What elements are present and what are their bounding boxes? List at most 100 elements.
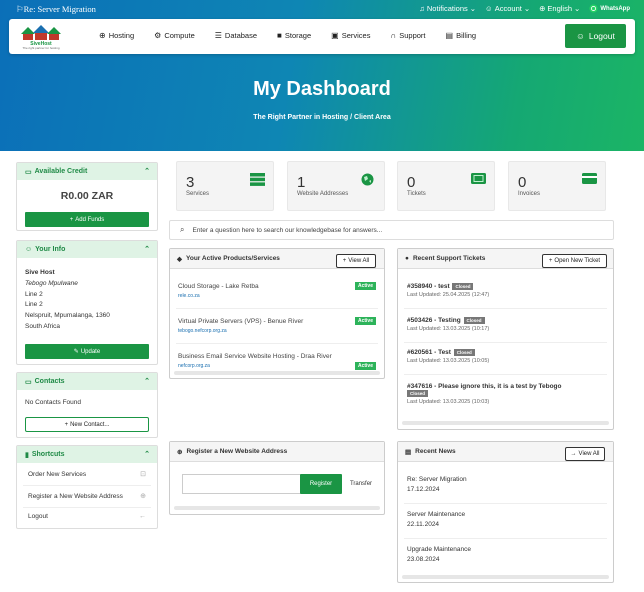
nav-item-support[interactable]: ∩ Support xyxy=(390,31,425,40)
info-line1: Line 2 xyxy=(25,290,43,298)
ticket-updated: Last Updated: 13.03.2025 (10:17) xyxy=(407,326,490,333)
status-badge: Closed xyxy=(407,390,429,397)
update-button[interactable]: ✎ Update xyxy=(25,344,149,359)
nav-item-billing[interactable]: ▤ Billing xyxy=(446,31,477,40)
gear-icon: ⚙ xyxy=(154,31,162,40)
info-contact: Tebogo Mpulwane xyxy=(25,279,78,287)
status-badge: Closed xyxy=(453,349,475,356)
logout-button[interactable]: ☺ Logout xyxy=(565,24,626,48)
horizontal-scrollbar[interactable] xyxy=(174,506,380,510)
ticket-icon xyxy=(471,173,486,186)
nav-item-storage[interactable]: ■ Storage xyxy=(277,31,311,40)
shortcut-logout[interactable]: Logout ← xyxy=(25,513,149,520)
nav-label: Compute xyxy=(164,31,195,40)
ticket-item[interactable]: #620561 - Test Closed Last Updated: 13.0… xyxy=(407,349,605,364)
svg-text:The right partner for hosting: The right partner for hosting xyxy=(22,46,59,50)
stat-services[interactable]: 3 Services xyxy=(176,161,274,211)
stat-invoices[interactable]: 0 Invoices xyxy=(508,161,606,211)
ticket-subject: #358940 - test xyxy=(407,283,450,291)
view-all-products-button[interactable]: + View All xyxy=(336,254,376,268)
news-panel: ▤ Recent News → View All Re: Server Migrat… xyxy=(397,441,614,583)
breadcrumb-home[interactable]: The Right Partner in Hosting xyxy=(253,114,348,121)
products-panel: ◆ Your Active Products/Services + View All… xyxy=(169,248,385,379)
products-title: Your Active Products/Services xyxy=(186,255,280,262)
update-label: Update xyxy=(80,348,101,355)
stat-domains[interactable]: 1 Website Addresses xyxy=(287,161,385,211)
news-item[interactable]: Re: Server Migration 17.12.2024 xyxy=(407,476,467,493)
new-contact-label: New Contact... xyxy=(70,421,110,428)
stat-tickets[interactable]: 0 Tickets xyxy=(397,161,495,211)
hero-banner: ⚐Re: Server Migration ♫ Notifications ⌄ ☺ A… xyxy=(0,0,644,151)
headset-icon: ∩ xyxy=(390,31,397,40)
credit-amount: R0.00 ZAR xyxy=(60,190,114,202)
divider xyxy=(404,374,607,375)
ticket-item[interactable]: #358940 - test Closed Last Updated: 25.0… xyxy=(407,283,605,298)
divider xyxy=(176,343,378,344)
bell-icon: ♫ xyxy=(419,4,425,13)
shortcut-label: Register a New Website Address xyxy=(28,492,123,500)
nav-item-services[interactable]: ▣ Services xyxy=(331,31,370,40)
your-info-header[interactable]: ☺ Your Info ⌃ xyxy=(17,241,157,258)
horizontal-scrollbar[interactable] xyxy=(174,371,380,375)
info-line2: Line 2 xyxy=(25,301,43,309)
nav-item-hosting[interactable]: ⊕ Hosting xyxy=(99,31,134,40)
news-item[interactable]: Server Maintenance 22.11.2024 xyxy=(407,511,465,528)
language-menu[interactable]: ⊕ English ⌄ xyxy=(539,4,580,13)
news-title: Recent News xyxy=(415,448,456,455)
ticket-item[interactable]: #347616 - Please ignore this, it is a te… xyxy=(407,383,605,405)
new-contact-button[interactable]: + New Contact... xyxy=(25,417,149,432)
ticket-item[interactable]: #503426 - Testing Closed Last Updated: 1… xyxy=(407,317,605,332)
register-button[interactable]: Register xyxy=(300,474,342,494)
nav-item-database[interactable]: ☰ Database xyxy=(215,31,257,40)
product-item[interactable]: Virtual Private Servers (VPS) - Benue Ri… xyxy=(178,317,376,334)
news-item[interactable]: Upgrade Maintenance 23.08.2024 xyxy=(407,546,471,563)
contacts-title: Contacts xyxy=(34,378,65,385)
contacts-header[interactable]: ▭ Contacts ⌃ xyxy=(17,373,157,390)
horizontal-scrollbar[interactable] xyxy=(402,421,609,425)
view-all-news-button[interactable]: → View All xyxy=(565,447,605,461)
chevron-down-icon: ⌄ xyxy=(523,4,531,13)
info-name: Sive Host xyxy=(25,269,55,276)
shortcut-order-services[interactable]: Order New Services ⊡ xyxy=(25,470,149,479)
open-new-ticket-button[interactable]: + Open New Ticket xyxy=(542,254,607,268)
notifications-label: Notifications xyxy=(426,4,468,13)
product-item[interactable]: Business Email Service Website Hosting -… xyxy=(178,353,376,370)
divider xyxy=(404,308,607,309)
horizontal-scrollbar[interactable] xyxy=(402,575,609,579)
globe-icon: ⊕ xyxy=(140,493,146,500)
stat-label: Website Addresses xyxy=(297,191,349,197)
announcement-link[interactable]: ⚐Re: Server Migration xyxy=(16,4,96,15)
shortcut-label: Logout xyxy=(28,513,48,520)
box-icon: ■ xyxy=(277,31,282,40)
divider xyxy=(23,507,151,508)
credit-header[interactable]: ▭ Available Credit ⌃ xyxy=(17,163,157,180)
site-logo[interactable]: SiveHost The right partner for hosting xyxy=(17,23,73,50)
nav-label: Billing xyxy=(456,31,477,40)
breadcrumb-current: Client Area xyxy=(354,114,391,121)
shortcuts-header[interactable]: ▮ Shortcuts ⌃ xyxy=(17,446,157,463)
stat-label: Tickets xyxy=(407,191,426,197)
credit-panel: ▭ Available Credit ⌃ R0.00 ZAR + Add Funds xyxy=(16,162,158,231)
server-icon xyxy=(250,173,265,186)
nav-label: Storage xyxy=(284,31,312,40)
account-menu[interactable]: ☺ Account ⌄ xyxy=(485,4,530,13)
nav-item-compute[interactable]: ⚙ Compute xyxy=(154,31,195,40)
top-bar: ⚐Re: Server Migration ♫ Notifications ⌄ ☺ A… xyxy=(0,0,644,18)
add-funds-button[interactable]: + Add Funds xyxy=(25,212,149,227)
product-item[interactable]: Cloud Storage - Lake Retba rele.co.za Ac… xyxy=(178,282,376,299)
ticket-updated: Last Updated: 25.04.2025 (12:47) xyxy=(407,292,490,299)
user-icon: ☺ xyxy=(25,246,33,253)
whatsapp-link[interactable]: WhatsApp xyxy=(589,4,630,13)
chevron-down-icon: ⌄ xyxy=(469,4,477,13)
notifications-menu[interactable]: ♫ Notifications ⌄ xyxy=(419,4,476,13)
divider xyxy=(404,503,607,504)
domain-input[interactable] xyxy=(182,474,301,494)
knowledgebase-search[interactable]: ⌕ Enter a question here to search our kn… xyxy=(169,220,614,240)
plus-icon: + xyxy=(64,421,69,428)
shortcut-register-domain[interactable]: Register a New Website Address ⊕ xyxy=(25,492,149,501)
globe-icon: ⊕ xyxy=(99,31,106,40)
no-contacts-text: No Contacts Found xyxy=(25,399,82,406)
logo-houses-icon: SiveHost The right partner for hosting xyxy=(21,25,61,50)
transfer-button[interactable]: Transfer xyxy=(342,474,380,494)
product-name: Virtual Private Servers (VPS) - Benue Ri… xyxy=(178,318,304,325)
